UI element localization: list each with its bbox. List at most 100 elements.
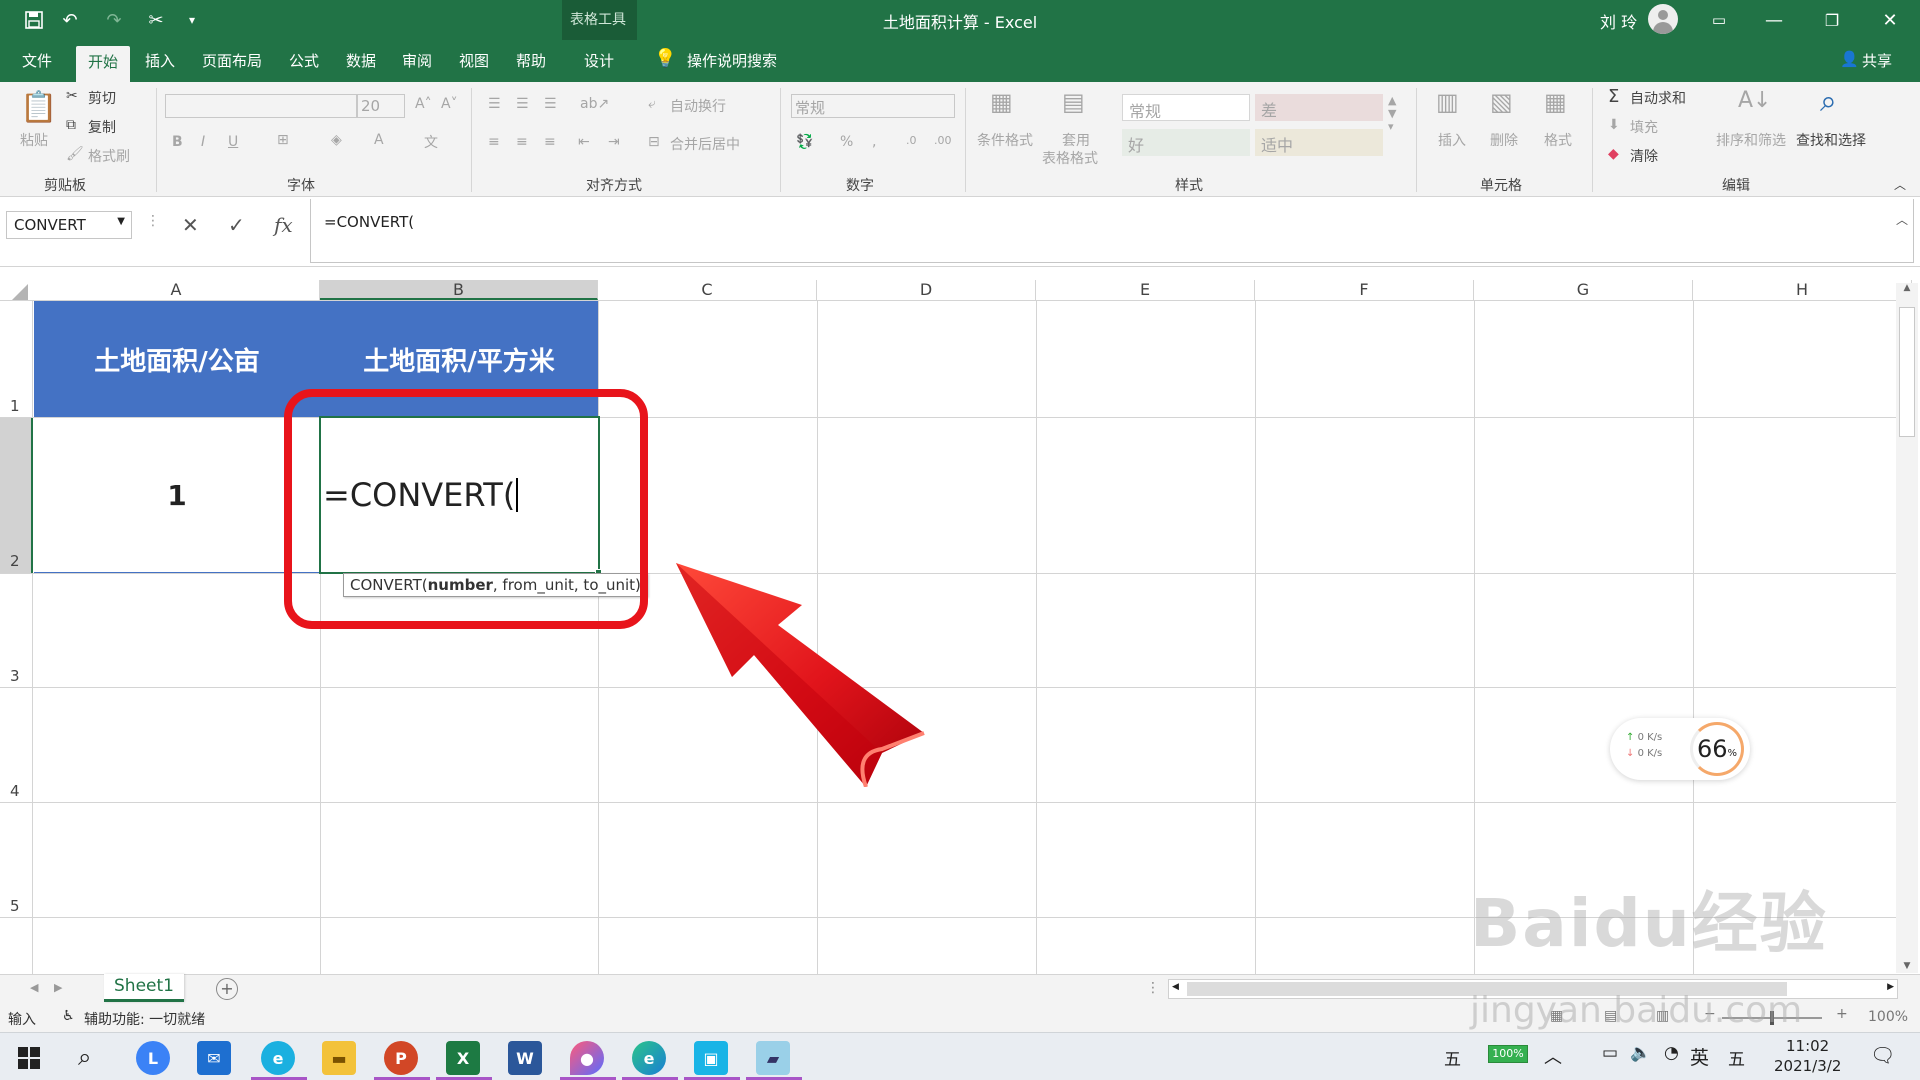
edge-icon[interactable]: e (632, 1041, 666, 1075)
font-size-dropdown[interactable]: 20 (357, 94, 405, 118)
merge-center-icon[interactable]: ⊟ (648, 134, 660, 150)
underline-icon[interactable]: U (228, 134, 238, 150)
notification-icon[interactable]: 🗨 (1870, 1043, 1895, 1067)
tab-formulas[interactable]: 公式 (289, 50, 319, 71)
percent-icon[interactable]: % (840, 134, 853, 150)
add-sheet-icon[interactable]: + (216, 978, 238, 1000)
user-name[interactable]: 刘 玲 (1600, 9, 1637, 33)
column-header-d[interactable]: D (817, 280, 1036, 300)
enter-icon[interactable]: ✓ (228, 213, 245, 237)
avatar[interactable] (1648, 4, 1678, 34)
browser-e-icon[interactable]: e (261, 1041, 295, 1075)
ime-language[interactable]: 英 (1690, 1043, 1709, 1070)
column-header-e[interactable]: E (1036, 280, 1255, 300)
cut-button[interactable]: 剪切 (88, 88, 116, 108)
tell-me-search[interactable]: 操作说明搜索 (687, 50, 777, 71)
notes-app-icon[interactable]: ▰ (756, 1041, 790, 1075)
clear-icon[interactable]: ◆ (1608, 146, 1619, 162)
styles-scroll-icon[interactable]: ▲ ▼ ▾ (1388, 94, 1396, 133)
ime-mode-right[interactable]: 五 (1728, 1045, 1745, 1070)
style-normal[interactable]: 常规 (1122, 94, 1250, 121)
ribbon-display-icon[interactable]: ▭ (1707, 8, 1731, 32)
autosum-icon[interactable]: Σ (1608, 86, 1619, 107)
cell-a2[interactable]: 1 (34, 418, 320, 573)
tab-review[interactable]: 审阅 (402, 50, 432, 71)
format-cells-icon[interactable]: ▦ (1544, 88, 1567, 116)
volume-icon[interactable]: 🔈 (1630, 1043, 1651, 1063)
conditional-format-button[interactable]: 条件格式 (977, 130, 1033, 150)
copy-icon[interactable]: ⧉ (66, 117, 76, 133)
chevron-up-icon[interactable]: ︿ (1544, 1043, 1562, 1069)
increase-decimal-icon[interactable]: .0 (906, 134, 917, 147)
delete-cells-icon[interactable]: ▧ (1490, 88, 1513, 116)
row-header-3[interactable]: 3 (0, 667, 33, 685)
paste-icon[interactable]: 📋 (20, 90, 57, 125)
fill-icon[interactable]: ⬇ (1608, 117, 1620, 133)
tab-view[interactable]: 视图 (459, 50, 489, 71)
file-explorer-icon[interactable]: ▬ (322, 1041, 356, 1075)
fill-button[interactable]: 填充 (1630, 117, 1658, 137)
scroll-down-icon[interactable]: ▼ (1896, 961, 1918, 971)
select-all-icon[interactable] (12, 284, 28, 300)
tab-design[interactable]: 设计 (584, 50, 614, 71)
align-left-icon[interactable]: ≡ (488, 134, 500, 150)
scroll-up-icon[interactable]: ▲ (1896, 283, 1918, 293)
sheet-tab-sheet1[interactable]: Sheet1 (104, 974, 184, 1002)
screen-app-icon[interactable]: ▣ (694, 1041, 728, 1075)
drop-app-icon[interactable]: ● (570, 1041, 604, 1075)
style-bad[interactable]: 差 (1255, 94, 1383, 121)
insert-cells-icon[interactable]: ▥ (1436, 88, 1459, 116)
name-box[interactable]: CONVERT ▼ (6, 211, 132, 239)
shrink-font-icon[interactable]: A˅ (441, 96, 458, 112)
share-icon[interactable]: 👤 (1840, 50, 1859, 68)
zoom-in-icon[interactable]: + (1836, 1006, 1848, 1022)
number-format-dropdown[interactable]: 常规 (791, 94, 955, 118)
decrease-indent-icon[interactable]: ⇤ (578, 134, 590, 150)
close-icon[interactable]: ✕ (1878, 8, 1902, 32)
clock-time[interactable]: 11:02 (1786, 1037, 1829, 1055)
fill-color-icon[interactable]: ◈ (331, 132, 342, 148)
collapse-ribbon-icon[interactable]: ︿ (1894, 176, 1906, 193)
sort-filter-button[interactable]: 排序和筛选 (1716, 130, 1786, 150)
format-as-table-icon[interactable]: ▤ (1062, 88, 1085, 116)
accessibility-status[interactable]: 辅助功能: 一切就绪 (84, 1009, 205, 1029)
sheet-prev-icon[interactable]: ◀ (30, 981, 38, 994)
format-painter-icon[interactable]: 🖌 (66, 146, 84, 162)
mail-icon[interactable]: ✉ (197, 1041, 231, 1075)
paste-button[interactable]: 粘贴 (20, 130, 48, 150)
column-header-b[interactable]: B (320, 280, 598, 300)
wifi-icon[interactable]: ◔ (1664, 1043, 1679, 1063)
restore-icon[interactable]: ❐ (1820, 8, 1844, 32)
word-icon[interactable]: W (508, 1041, 542, 1075)
align-bottom-icon[interactable]: ☰ (544, 96, 557, 112)
cancel-icon[interactable]: ✕ (182, 213, 199, 237)
font-name-dropdown[interactable] (165, 94, 357, 118)
row-header-1[interactable]: 1 (0, 397, 33, 415)
insert-cells-button[interactable]: 插入 (1438, 130, 1466, 150)
grow-font-icon[interactable]: A˄ (415, 96, 432, 112)
zoom-level[interactable]: 100% (1868, 1009, 1908, 1025)
powerpoint-icon[interactable]: P (384, 1041, 418, 1075)
format-cells-button[interactable]: 格式 (1544, 130, 1572, 150)
phonetic-icon[interactable]: 文 (424, 132, 438, 152)
align-middle-icon[interactable]: ☰ (516, 96, 529, 112)
share-button[interactable]: 共享 (1862, 50, 1892, 71)
tab-page-layout[interactable]: 页面布局 (202, 50, 262, 71)
bold-icon[interactable]: B (172, 134, 183, 150)
tab-help[interactable]: 帮助 (516, 50, 546, 71)
style-good[interactable]: 好 (1122, 129, 1250, 156)
align-center-icon[interactable]: ≡ (516, 134, 528, 150)
column-header-g[interactable]: G (1474, 280, 1693, 300)
column-header-c[interactable]: C (598, 280, 817, 300)
format-as-table-line2[interactable]: 表格格式 (1042, 148, 1098, 168)
column-header-f[interactable]: F (1255, 280, 1474, 300)
align-right-icon[interactable]: ≡ (544, 134, 556, 150)
tab-file[interactable]: 文件 (22, 50, 52, 71)
comma-icon[interactable]: , (872, 134, 876, 150)
orientation-icon[interactable]: ab↗ (580, 96, 609, 112)
wrap-text-button[interactable]: 自动换行 (670, 96, 726, 116)
insert-function-icon[interactable]: fx (274, 213, 293, 237)
font-color-icon[interactable]: A (374, 132, 384, 148)
wrap-text-icon[interactable]: ⤶ (648, 96, 656, 112)
format-painter-button[interactable]: 格式刷 (88, 146, 130, 166)
